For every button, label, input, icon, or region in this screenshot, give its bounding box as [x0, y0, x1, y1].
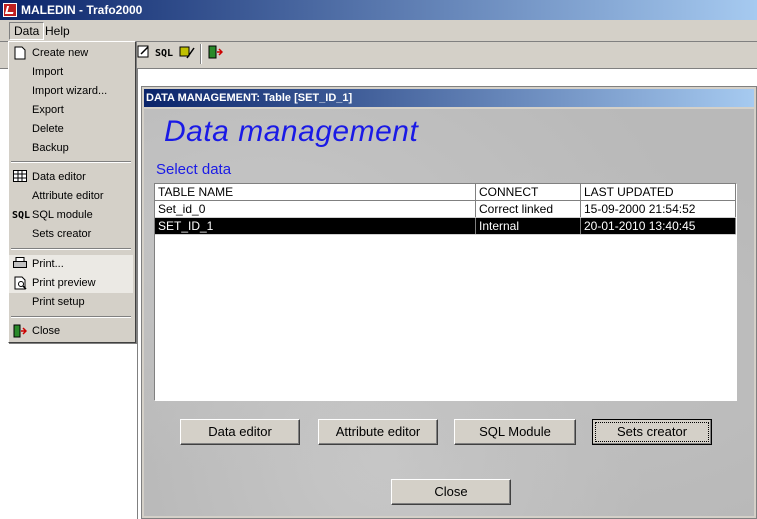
sql-toolbar-button[interactable]: SQL: [154, 44, 174, 64]
window-titlebar: MALEDIN - Trafo2000: [0, 0, 757, 20]
database-icon[interactable]: [134, 44, 154, 64]
menu-item-backup[interactable]: Backup: [9, 139, 133, 158]
table-grid[interactable]: TABLE NAME CONNECT LAST UPDATED Set_id_0…: [154, 183, 737, 401]
column-header-table-name[interactable]: TABLE NAME: [155, 184, 476, 201]
sql-module-button[interactable]: SQL Module: [454, 419, 576, 445]
menu-item-delete[interactable]: Delete: [9, 120, 133, 139]
window-title: MALEDIN - Trafo2000: [21, 3, 143, 17]
app-icon: [3, 3, 17, 17]
menu-item-sql-module[interactable]: SQL SQL module: [9, 206, 133, 225]
menu-item-sets-creator[interactable]: Sets creator: [9, 225, 133, 244]
menubar: Data Help: [0, 20, 757, 42]
print-preview-icon: [12, 276, 28, 291]
select-data-label: Select data: [156, 161, 232, 178]
child-window-title: DATA MANAGEMENT: Table [SET_ID_1]: [144, 89, 754, 107]
printer-icon: [12, 257, 28, 272]
menu-data[interactable]: Data: [9, 22, 45, 40]
menu-item-close[interactable]: Close: [9, 322, 133, 341]
table-cell: 20-01-2010 13:40:45: [580, 217, 736, 235]
child-window-body: Data management Select data TABLE NAME C…: [144, 109, 754, 516]
menu-item-import-wizard[interactable]: Import wizard...: [9, 82, 133, 101]
menu-item-attribute-editor[interactable]: Attribute editor: [9, 187, 133, 206]
sql-icon: SQL: [12, 210, 31, 221]
menu-item-create-new[interactable]: Create new: [9, 44, 133, 63]
menu-item-import[interactable]: Import: [9, 63, 133, 82]
column-header-last-updated[interactable]: LAST UPDATED: [580, 184, 736, 201]
data-management-window: DATA MANAGEMENT: Table [SET_ID_1] Data m…: [141, 86, 757, 519]
table-header-row: TABLE NAME CONNECT LAST UPDATED: [155, 184, 736, 201]
sets-creator-icon[interactable]: [177, 44, 197, 64]
menu-item-data-editor[interactable]: Data editor: [9, 168, 133, 187]
close-button[interactable]: Close: [391, 479, 511, 505]
table-row[interactable]: Set_id_0 Correct linked 15-09-2000 21:54…: [155, 200, 736, 218]
data-editor-button[interactable]: Data editor: [180, 419, 300, 445]
menu-help[interactable]: Help: [41, 23, 74, 39]
column-header-connect[interactable]: CONNECT: [475, 184, 581, 201]
menu-item-print-setup[interactable]: Print setup: [9, 293, 133, 312]
attribute-editor-button[interactable]: Attribute editor: [318, 419, 438, 445]
menu-item-print[interactable]: Print...: [9, 255, 133, 274]
table-cell: Set_id_0: [155, 200, 476, 218]
menu-item-export[interactable]: Export: [9, 101, 133, 120]
table-cell: 15-09-2000 21:54:52: [580, 200, 736, 218]
exit-icon: [12, 324, 28, 339]
data-menu-dropdown: Create new Import Import wizard... Expor…: [8, 41, 136, 343]
table-cell: Internal: [475, 217, 581, 235]
exit-icon[interactable]: [205, 44, 225, 64]
menu-item-print-preview[interactable]: Print preview: [9, 274, 133, 293]
new-file-icon: [12, 46, 28, 61]
table-row-selected[interactable]: SET_ID_1 Internal 20-01-2010 13:40:45: [155, 217, 736, 235]
table-cell: Correct linked: [475, 200, 581, 218]
sets-creator-button[interactable]: Sets creator: [592, 419, 712, 445]
grid-icon: [12, 170, 28, 185]
page-title: Data management: [164, 115, 419, 148]
table-cell: SET_ID_1: [155, 217, 476, 235]
